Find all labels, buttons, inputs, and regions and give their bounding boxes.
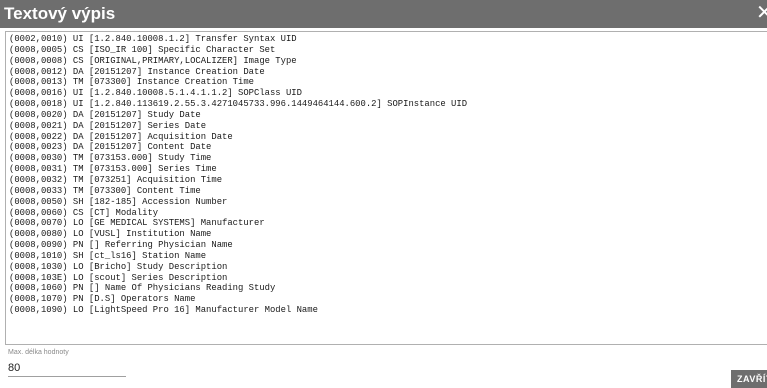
dump-line: (0008,1070) PN [D.S] Operators Name bbox=[9, 294, 196, 305]
dump-line: (0008,0080) LO [VUSL] Institution Name bbox=[9, 229, 212, 240]
dump-line: (0008,0090) PN [] Referring Physician Na… bbox=[9, 240, 233, 251]
max-length-label: Max. délka hodnoty bbox=[8, 349, 69, 356]
max-length-input[interactable] bbox=[8, 360, 126, 377]
dump-line: (0008,0018) UI [1.2.840.113619.2.55.3.42… bbox=[9, 99, 468, 110]
close-button[interactable]: ZAVŘÍT bbox=[731, 370, 767, 388]
dump-line: (0008,0022) DA [20151207] Acquisition Da… bbox=[9, 131, 233, 142]
dump-line: (0008,0021) DA [20151207] Series Date bbox=[9, 120, 207, 131]
dump-line: (0002,0010) UI [1.2.840.10008.1.2] Trans… bbox=[9, 34, 297, 44]
dump-line: (0008,0013) TM [073300] Instance Creatio… bbox=[9, 77, 254, 88]
dump-line: (0008,1090) LO [LightSpeed Pro 16] Manuf… bbox=[9, 305, 318, 316]
dicom-text-dump[interactable]: (0002,0010) UI [1.2.840.10008.1.2] Trans… bbox=[5, 31, 767, 345]
dump-line: (0008,0060) CS [CT] Modality bbox=[9, 207, 159, 218]
dump-line: (0008,0012) DA [20151207] Instance Creat… bbox=[9, 66, 265, 77]
dump-line: (0008,0031) TM [073153.000] Series Time bbox=[9, 164, 217, 175]
dump-line: (0008,1060) PN [] Name Of Physicians Rea… bbox=[9, 283, 276, 294]
dump-line: (0008,0023) DA [20151207] Content Date bbox=[9, 142, 212, 153]
dump-line: (0008,0070) LO [GE MEDICAL SYSTEMS] Manu… bbox=[9, 218, 265, 229]
dump-line: (0008,1030) LO [Bricho] Study Descriptio… bbox=[9, 261, 228, 272]
dump-line: (0008,0032) TM [073251] Acquisition Time bbox=[9, 174, 223, 185]
dump-line: (0008,0050) SH [182-185] Accession Numbe… bbox=[9, 196, 228, 207]
dialog-titlebar: Textový výpis ✕ bbox=[0, 0, 767, 28]
dump-line: (0008,0008) CS [ORIGINAL,PRIMARY,LOCALIZ… bbox=[9, 55, 297, 66]
dump-line: (0008,0033) TM [073300] Content Time bbox=[9, 185, 201, 196]
close-icon[interactable]: ✕ bbox=[756, 2, 767, 24]
dump-line: (0008,0016) UI [1.2.840.10008.5.1.4.1.1.… bbox=[9, 88, 302, 99]
dump-line: (0008,0005) CS [ISO_IR 100] Specific Cha… bbox=[9, 44, 276, 55]
dump-line: (0008,1010) SH [ct_ls16] Station Name bbox=[9, 250, 207, 261]
dump-line: (0008,0030) TM [073153.000] Study Time bbox=[9, 153, 212, 164]
dump-line: (0008,103E) LO [scout] Series Descriptio… bbox=[9, 272, 228, 283]
dump-line: (0008,0020) DA [20151207] Study Date bbox=[9, 109, 201, 120]
dialog-title: Textový výpis bbox=[4, 4, 116, 23]
